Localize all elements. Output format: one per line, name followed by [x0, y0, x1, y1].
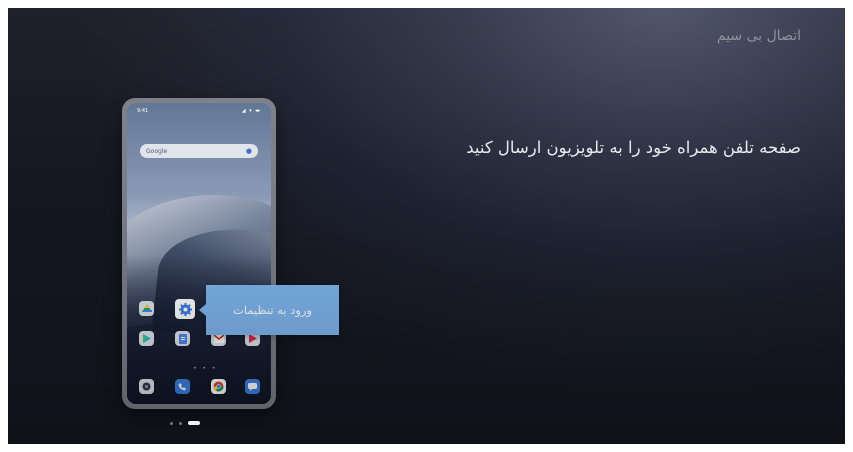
- instruction-text: صفحه تلفن همراه خود را به تلویزیون ارسال…: [466, 138, 801, 157]
- page-indicator: [170, 421, 200, 425]
- camera-icon: [139, 379, 154, 394]
- status-icons: ◢ ▾ ▬: [241, 108, 261, 114]
- play-store-icon: [139, 331, 154, 346]
- chrome-icon: [211, 379, 226, 394]
- status-time: 9:41: [137, 108, 149, 114]
- page-dot: [179, 421, 182, 425]
- google-label: Google: [146, 147, 168, 155]
- page-dot-active: [188, 421, 200, 425]
- phone-illustration: 9:41 ◢ ▾ ▬ Google ● • • •: [122, 98, 276, 409]
- phone-icon: [175, 379, 190, 394]
- phone-screen: 9:41 ◢ ▾ ▬ Google ● • • •: [127, 103, 271, 404]
- phone-page-dots: • • •: [193, 365, 218, 372]
- tooltip-label: ورود به تنظیمات: [233, 303, 313, 317]
- page-title: اتصال بی سیم: [716, 28, 801, 44]
- tv-screen: اتصال بی سیم صفحه تلفن همراه خود را به ت…: [8, 8, 845, 444]
- drive-icon: [139, 301, 154, 316]
- mic-icon: ●: [245, 147, 252, 155]
- google-search-bar: Google ●: [140, 144, 258, 158]
- page-dot: [170, 421, 173, 425]
- docs-icon: [175, 331, 190, 346]
- settings-icon: [175, 299, 195, 319]
- settings-tooltip: ورود به تنظیمات: [199, 285, 339, 335]
- messages-icon: [245, 379, 260, 394]
